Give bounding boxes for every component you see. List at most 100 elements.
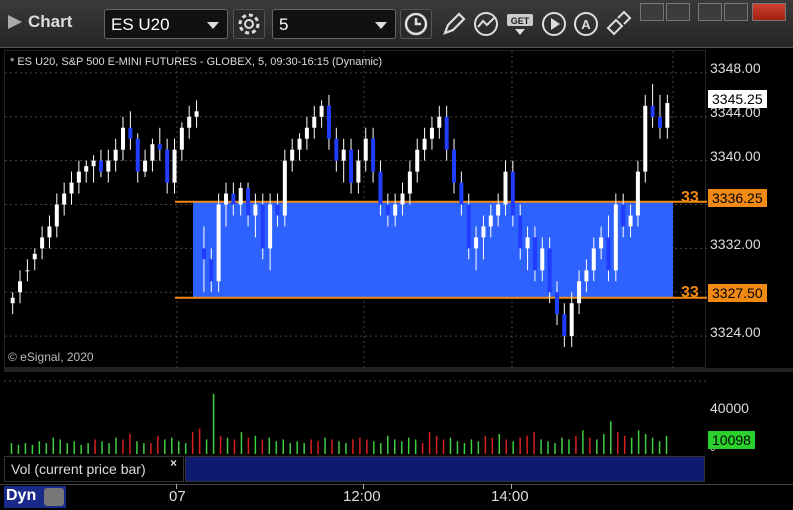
- time-axis[interactable]: [0, 484, 793, 510]
- maximize-button[interactable]: [724, 3, 748, 21]
- candle-body: [474, 237, 479, 249]
- candle-body: [304, 127, 309, 139]
- candle-body: [547, 248, 552, 293]
- candle-body: [334, 138, 339, 161]
- candle-body: [437, 116, 442, 128]
- candle-body: [569, 303, 574, 337]
- candle-body: [407, 171, 412, 194]
- play-icon[interactable]: [540, 10, 568, 38]
- price-axis-label: 3324.00: [710, 324, 761, 340]
- chart-logo-icon: [8, 15, 22, 29]
- candle-body: [128, 127, 133, 139]
- candle-body: [363, 138, 368, 161]
- candle-body: [201, 248, 206, 260]
- time-label: 07: [169, 488, 186, 505]
- clock-icon: [404, 12, 428, 36]
- chevron-down-icon[interactable]: [207, 22, 219, 29]
- candle-body: [275, 204, 280, 216]
- volume-pane[interactable]: [4, 372, 706, 454]
- candle-body: [194, 111, 199, 117]
- candle-body: [143, 160, 148, 172]
- minimize-button[interactable]: [698, 3, 722, 21]
- candle-body: [297, 138, 302, 150]
- candle-body: [613, 204, 618, 271]
- candle-body: [525, 237, 530, 249]
- symbol-select[interactable]: ES U20: [104, 9, 228, 39]
- candle-body: [371, 138, 376, 172]
- candle-body: [518, 215, 523, 249]
- last-price-tag: 3345.25: [708, 90, 767, 108]
- candle-body: [209, 259, 214, 282]
- volume-chart[interactable]: [4, 372, 706, 454]
- candle-body: [349, 149, 354, 183]
- volume-study-title[interactable]: Vol (current price bar): [4, 456, 184, 482]
- candle-body: [231, 193, 236, 205]
- pin-button[interactable]: [640, 3, 664, 21]
- candle-body: [635, 171, 640, 216]
- candle-body: [40, 237, 45, 249]
- settings-button[interactable]: [233, 9, 265, 39]
- candle-body: [290, 149, 295, 161]
- price-axis-label: 3348.00: [710, 60, 761, 76]
- upper-line-tag: 3336.25: [708, 189, 767, 207]
- candle-body: [665, 103, 670, 128]
- price-pane[interactable]: [4, 50, 707, 369]
- restore-button[interactable]: [666, 3, 690, 21]
- get-data-icon[interactable]: GET: [506, 10, 534, 38]
- gear-icon: [238, 13, 260, 35]
- candle-body: [312, 116, 317, 128]
- interval-value: 5: [279, 15, 289, 34]
- candle-body: [98, 160, 103, 172]
- candle-body: [643, 105, 648, 172]
- candle-body: [452, 149, 457, 183]
- candle-body: [356, 160, 361, 183]
- candle-body: [216, 204, 221, 282]
- volume-study-bar: [185, 456, 705, 482]
- candle-body: [606, 237, 611, 271]
- link-icon[interactable]: [604, 10, 632, 38]
- studies-icon[interactable]: [472, 10, 500, 38]
- candlestick-chart[interactable]: [5, 51, 707, 369]
- candle-body: [121, 127, 126, 150]
- chart-window: Chart ES U20 5 GET A * ES U20, S&P 500 E…: [0, 0, 793, 510]
- candle-body: [496, 204, 501, 216]
- candle-body: [326, 105, 331, 139]
- close-icon[interactable]: ×: [170, 456, 177, 470]
- candle-body: [172, 149, 177, 183]
- svg-text:A: A: [581, 17, 591, 32]
- candle-body: [577, 281, 582, 304]
- pencil-icon[interactable]: [440, 10, 468, 38]
- interval-select[interactable]: 5: [272, 9, 396, 39]
- alert-icon[interactable]: A: [572, 10, 600, 38]
- candle-body: [223, 193, 228, 205]
- candle-body: [621, 204, 626, 227]
- candle-body: [444, 116, 449, 150]
- upper-line-label: 33: [681, 189, 699, 206]
- candle-body: [488, 215, 493, 227]
- candle-body: [378, 171, 383, 205]
- candle-body: [422, 138, 427, 150]
- time-button[interactable]: [400, 9, 432, 39]
- candle-body: [459, 182, 464, 205]
- volume-axis-label: 40000: [710, 400, 749, 416]
- candle-body: [25, 270, 30, 272]
- chevron-down-icon[interactable]: [375, 22, 387, 29]
- candle-body: [599, 237, 604, 249]
- svg-text:GET: GET: [511, 16, 530, 26]
- candle-body: [481, 226, 486, 238]
- lock-icon[interactable]: [44, 488, 64, 506]
- candle-body: [84, 166, 89, 172]
- candle-body: [32, 253, 37, 260]
- candle-body: [503, 171, 508, 205]
- symbol-value: ES U20: [111, 15, 170, 34]
- close-button[interactable]: [752, 3, 786, 21]
- candle-body: [157, 144, 162, 150]
- candle-body: [540, 248, 545, 271]
- candle-body: [113, 149, 118, 161]
- candle-body: [562, 314, 567, 337]
- price-axis-label: 3332.00: [710, 236, 761, 252]
- copyright: © eSignal, 2020: [8, 350, 94, 364]
- lower-line-label: 33: [681, 284, 699, 301]
- app-title: Chart: [8, 12, 72, 32]
- candle-body: [76, 171, 81, 183]
